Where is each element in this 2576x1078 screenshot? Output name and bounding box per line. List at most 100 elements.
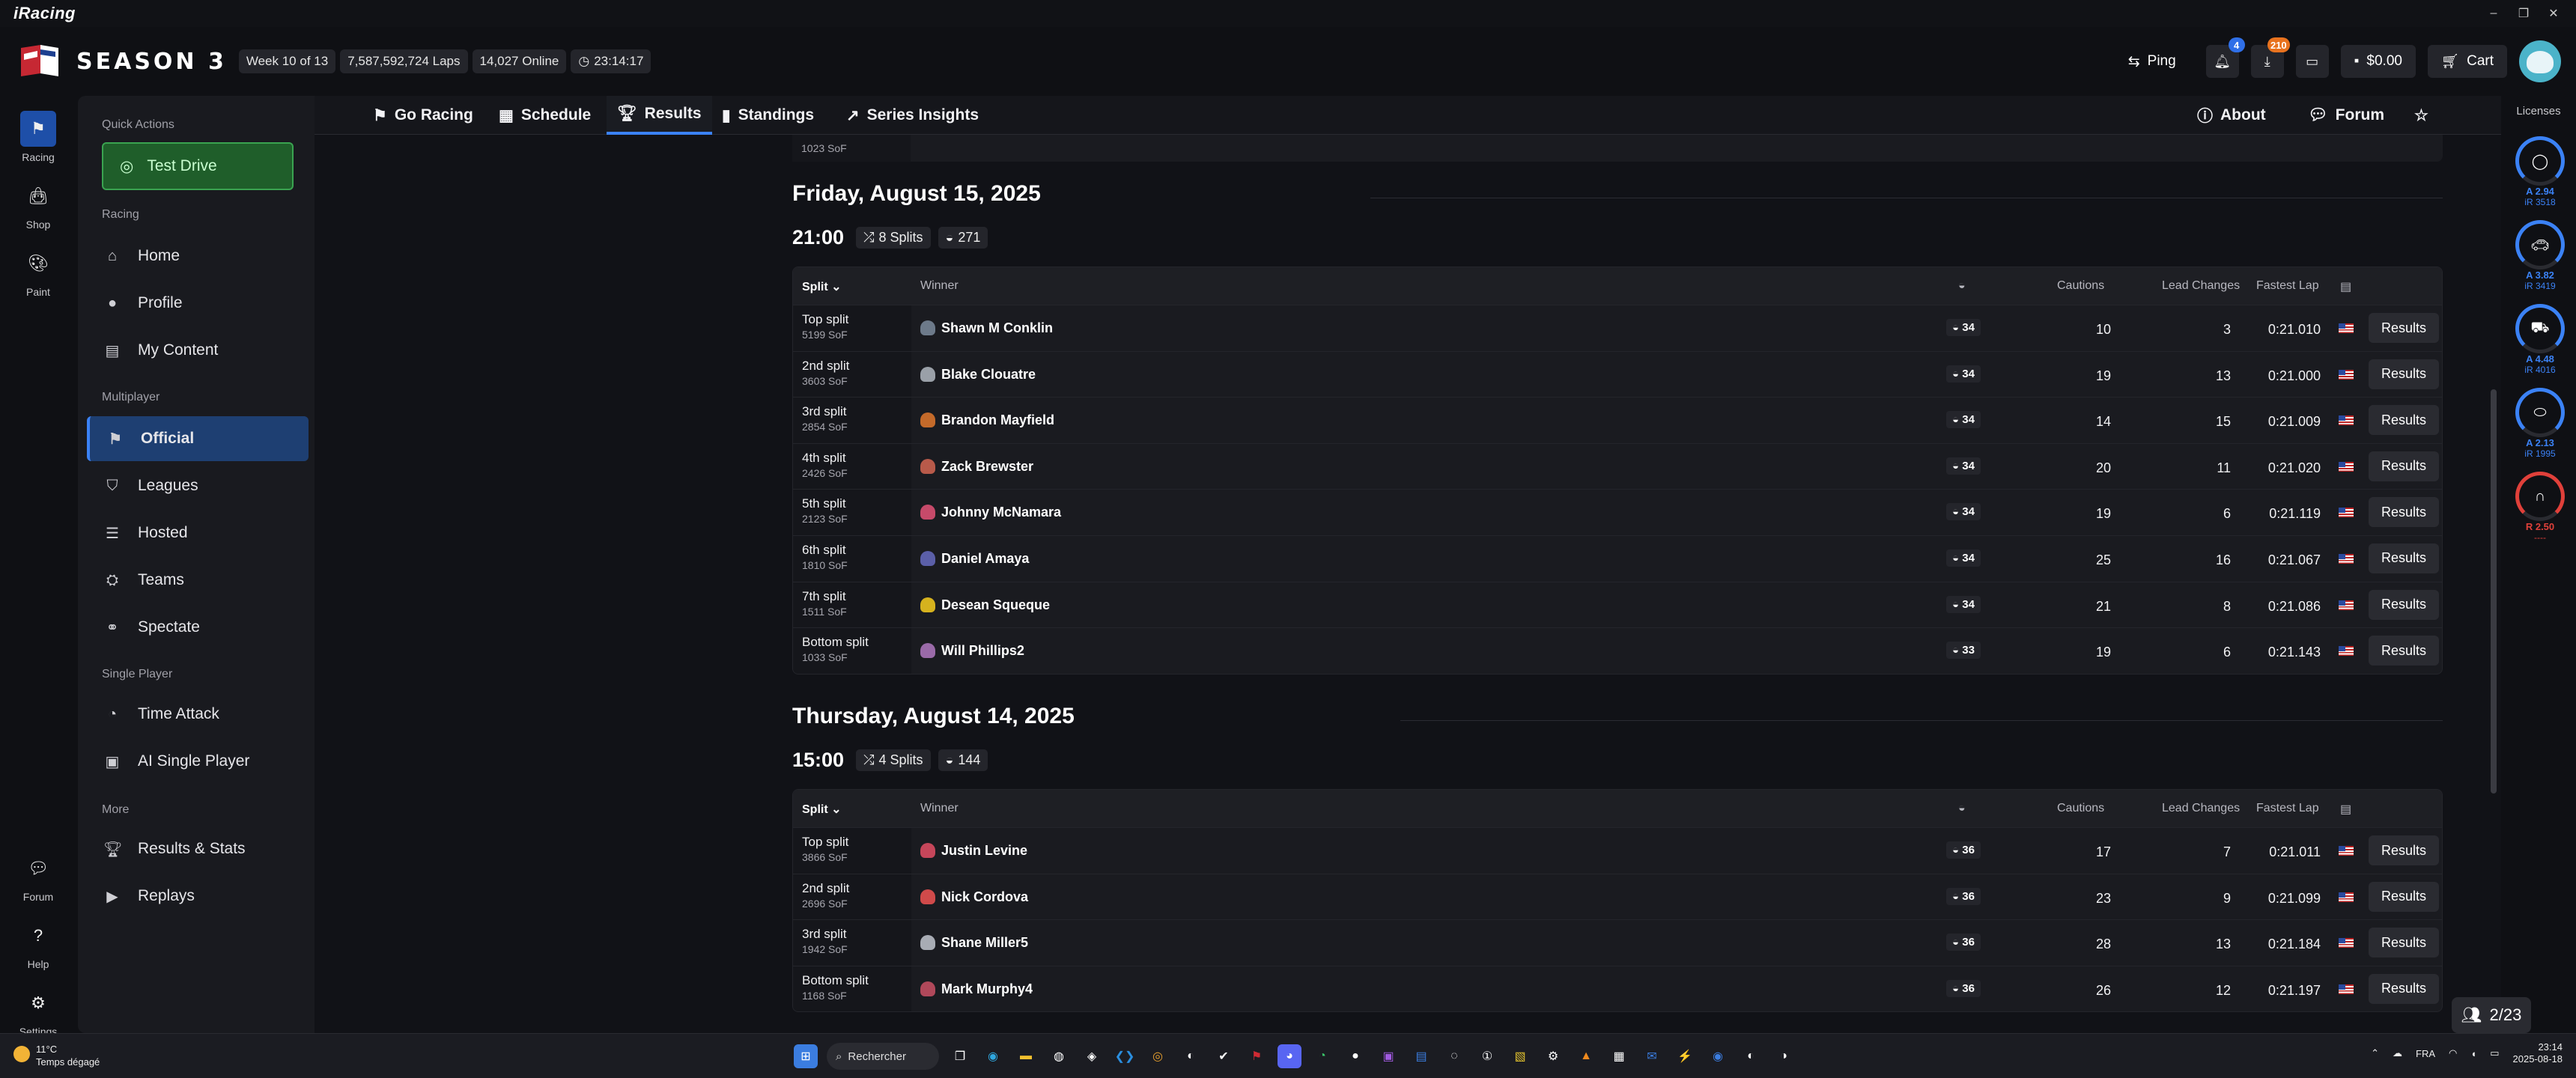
license-item[interactable]: 🚗︎ A 3.82 iR 3419: [2513, 220, 2567, 291]
sidebar-item-ai[interactable]: ▣ AI Single Player: [87, 739, 309, 784]
sidebar-item-profile[interactable]: ● Profile: [87, 281, 309, 326]
results-button[interactable]: Results: [2369, 451, 2439, 481]
scrollbar[interactable]: [2491, 389, 2497, 794]
wallet-button[interactable]: ▪ $0.00: [2340, 45, 2416, 78]
tab-schedule[interactable]: ▦ Schedule: [499, 96, 591, 135]
split-sort-header[interactable]: Split ⌄: [802, 279, 842, 294]
sidebar-item-hosted[interactable]: ☰ Hosted: [87, 511, 309, 555]
password-manager-icon[interactable]: ①: [1475, 1044, 1499, 1068]
windows-start-icon[interactable]: ⊞: [794, 1044, 818, 1068]
steam-icon[interactable]: ◐: [1179, 1044, 1203, 1068]
iracing-flag-logo[interactable]: [18, 43, 61, 79]
app-icon[interactable]: ✉: [1640, 1044, 1664, 1068]
lang-indicator[interactable]: FRA: [2416, 1048, 2435, 1059]
app-icon[interactable]: ◑: [1772, 1044, 1796, 1068]
winner-name[interactable]: Mark Murphy4: [941, 981, 1033, 997]
sidebar-item-my-content[interactable]: ▤ My Content: [87, 328, 309, 373]
participants-counter[interactable]: 👥︎ 2/23: [2452, 997, 2531, 1033]
rail-forum[interactable]: 💬︎ Forum: [0, 850, 76, 903]
results-button[interactable]: Results: [2369, 881, 2439, 912]
iracing-icon[interactable]: ⚑: [1245, 1044, 1269, 1068]
maximize-button[interactable]: ❐: [2509, 6, 2539, 21]
sidebar-item-home[interactable]: ⌂ Home: [87, 234, 309, 278]
app-icon[interactable]: ◉: [1706, 1044, 1730, 1068]
app-icon[interactable]: ✔: [1212, 1044, 1236, 1068]
results-button[interactable]: Results: [2369, 973, 2439, 1004]
cart-button[interactable]: 🛒︎ Cart: [2427, 45, 2507, 78]
minimize-button[interactable]: –: [2479, 7, 2509, 20]
task-view-icon[interactable]: ❐: [948, 1044, 972, 1068]
tab-results[interactable]: 🏆︎ Results: [607, 96, 712, 135]
winner-name[interactable]: Shawn M Conklin: [941, 320, 1053, 336]
winner-name[interactable]: Brandon Mayfield: [941, 412, 1054, 428]
battery-icon[interactable]: ▭: [2490, 1047, 2499, 1059]
close-button[interactable]: ✕: [2539, 6, 2569, 21]
license-item[interactable]: ⛟ A 4.48 iR 4016: [2513, 304, 2567, 375]
split-sort-header[interactable]: Split ⌄: [802, 802, 842, 817]
winner-name[interactable]: Johnny McNamara: [941, 505, 1061, 520]
app-icon[interactable]: ◔: [1310, 1044, 1334, 1068]
tray-chevron-icon[interactable]: ⌃: [2371, 1047, 2379, 1059]
rail-racing[interactable]: ⚑ Racing: [0, 111, 76, 163]
app-icon[interactable]: ⚡: [1673, 1044, 1697, 1068]
winner-name[interactable]: Will Phillips2: [941, 643, 1024, 659]
app-icon[interactable]: ⚙: [1541, 1044, 1565, 1068]
sidebar-item-results-stats[interactable]: 🏆︎ Results & Stats: [87, 826, 309, 871]
notifications-button[interactable]: 🔔︎ 4: [2205, 37, 2245, 78]
winner-name[interactable]: Zack Brewster: [941, 459, 1033, 475]
about-button[interactable]: ⓘ About: [2197, 96, 2266, 135]
taskbar-search[interactable]: ⌕ Rechercher: [827, 1043, 939, 1070]
edge-icon[interactable]: ◉: [981, 1044, 1005, 1068]
results-button[interactable]: Results: [2369, 589, 2439, 620]
license-item[interactable]: ⬭ A 2.13 iR 1995: [2513, 388, 2567, 459]
app-icon[interactable]: ◈: [1080, 1044, 1104, 1068]
license-item[interactable]: ∩ R 2.50 ----: [2513, 472, 2567, 543]
rail-help[interactable]: ? Help: [0, 918, 76, 970]
results-button[interactable]: Results: [2369, 543, 2439, 573]
weather-widget[interactable]: 11°C Temps dégagé: [13, 1043, 100, 1068]
taskbar-clock[interactable]: 23:14 2025-08-18: [2513, 1041, 2563, 1065]
file-explorer-icon[interactable]: ▬: [1014, 1044, 1038, 1068]
tab-standings[interactable]: ▮ Standings: [722, 96, 814, 135]
sidebar-item-teams[interactable]: ⛭ Teams: [87, 558, 309, 603]
rail-shop[interactable]: 👜︎ Shop: [0, 178, 76, 231]
app-icon[interactable]: ◍: [1047, 1044, 1071, 1068]
license-item[interactable]: ◯ A 2.94 iR 3518: [2513, 136, 2567, 207]
app-icon[interactable]: ▣: [1376, 1044, 1400, 1068]
winner-name[interactable]: Desean Squeque: [941, 597, 1050, 613]
tab-go-racing[interactable]: ⚑ Go Racing: [373, 96, 473, 135]
app-icon[interactable]: ▤: [1409, 1044, 1433, 1068]
results-button[interactable]: Results: [2369, 928, 2439, 958]
wifi-icon[interactable]: ◠: [2449, 1047, 2457, 1059]
display-button[interactable]: ▭: [2295, 45, 2329, 78]
results-button[interactable]: Results: [2369, 405, 2439, 436]
results-button[interactable]: Results: [2369, 636, 2439, 666]
app-icon[interactable]: ▦: [1607, 1044, 1631, 1068]
results-button[interactable]: Results: [2369, 835, 2439, 865]
user-avatar[interactable]: [2519, 40, 2561, 82]
test-drive-button[interactable]: ◎ Test Drive: [102, 142, 294, 190]
ping-button[interactable]: ⇆ Ping: [2128, 53, 2176, 70]
results-button[interactable]: Results: [2369, 359, 2439, 389]
rail-settings[interactable]: ⚙ Settings: [0, 985, 76, 1038]
tab-series-insights[interactable]: ↗ Series Insights: [846, 96, 979, 135]
winner-name[interactable]: Shane Miller5: [941, 935, 1028, 951]
sidebar-item-official[interactable]: ⚑ Official: [87, 416, 309, 461]
vlc-icon[interactable]: ▲: [1574, 1044, 1598, 1068]
results-button[interactable]: Results: [2369, 497, 2439, 528]
winner-name[interactable]: Daniel Amaya: [941, 551, 1029, 567]
rail-paint[interactable]: 🎨︎ Paint: [0, 246, 76, 298]
app-icon[interactable]: ◌: [1442, 1044, 1466, 1068]
volume-icon[interactable]: ◖: [2470, 1048, 2476, 1059]
vscode-icon[interactable]: ❮❯: [1113, 1044, 1137, 1068]
sidebar-item-replays[interactable]: ▶ Replays: [87, 874, 309, 919]
app-icon[interactable]: ▧: [1508, 1044, 1532, 1068]
winner-name[interactable]: Justin Levine: [941, 843, 1027, 859]
sidebar-item-leagues[interactable]: ⛉ Leagues: [87, 463, 309, 508]
chrome-icon[interactable]: ◎: [1146, 1044, 1170, 1068]
winner-name[interactable]: Nick Cordova: [941, 889, 1028, 905]
results-button[interactable]: Results: [2369, 313, 2439, 343]
forum-button[interactable]: 💬︎ Forum: [2308, 96, 2384, 135]
discord-icon[interactable]: ◕: [1278, 1044, 1301, 1068]
github-icon[interactable]: ●: [1343, 1044, 1367, 1068]
